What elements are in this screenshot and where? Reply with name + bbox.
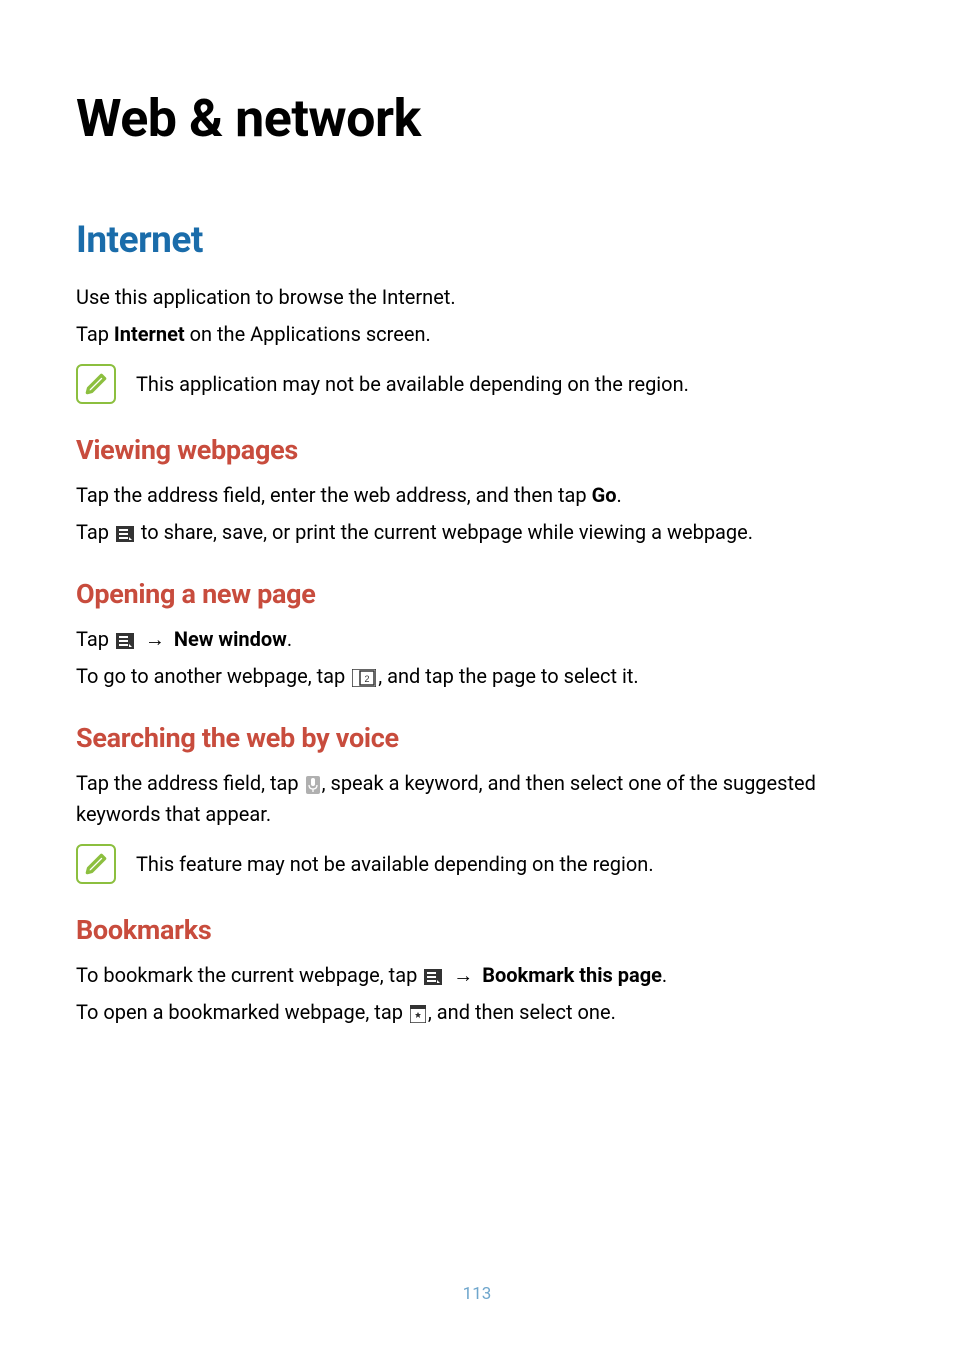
text: to share, save, or print the current web… (136, 520, 753, 544)
opening-p1: Tap → New window. (76, 624, 878, 655)
text-bold: Bookmark this page (482, 963, 662, 987)
menu-icon (424, 969, 442, 985)
arrow-text: → (140, 627, 170, 651)
text: on the Applications screen. (185, 322, 431, 346)
text: . (662, 963, 667, 987)
section-opening: Opening a new page Tap → New window. To … (76, 578, 878, 692)
heading-viewing: Viewing webpages (76, 434, 878, 466)
text: Tap (76, 627, 114, 651)
opening-p2: To go to another webpage, tap 2 , and tap… (76, 661, 878, 692)
text-bold: Go (592, 483, 617, 507)
note-row: This feature may not be available depend… (76, 844, 878, 884)
section-bookmarks: Bookmarks To bookmark the current webpag… (76, 914, 878, 1028)
viewing-p1: Tap the address field, enter the web add… (76, 480, 878, 511)
note-pencil-icon (76, 364, 116, 404)
arrow-text: → (448, 963, 478, 987)
text: Tap the address field, tap (76, 771, 304, 795)
menu-icon (116, 633, 134, 649)
text: Tap the address field, enter the web add… (76, 483, 592, 507)
viewing-p2: Tap to share, save, or print the current… (76, 517, 878, 548)
heading-opening: Opening a new page (76, 578, 878, 610)
text: To bookmark the current webpage, tap (76, 963, 422, 987)
text: To go to another webpage, tap (76, 664, 350, 688)
menu-icon (116, 526, 134, 542)
heading-internet: Internet (76, 219, 878, 262)
note-text: This application may not be available de… (136, 369, 689, 399)
heading-bookmarks: Bookmarks (76, 914, 878, 946)
internet-intro-1: Use this application to browse the Inter… (76, 282, 878, 313)
bookmarks-p1: To bookmark the current webpage, tap → B… (76, 960, 878, 991)
svg-text:2: 2 (365, 674, 370, 684)
searching-p1: Tap the address field, tap , speak a key… (76, 768, 878, 830)
text: , and then select one. (428, 1000, 616, 1024)
text: . (287, 627, 292, 651)
note-pencil-icon (76, 844, 116, 884)
bookmarks-p2: To open a bookmarked webpage, tap , and … (76, 997, 878, 1028)
note-text: This feature may not be available depend… (136, 849, 654, 879)
section-viewing: Viewing webpages Tap the address field, … (76, 434, 878, 548)
text: Tap (76, 322, 114, 346)
microphone-icon (306, 776, 320, 794)
text-bold: Internet (114, 322, 185, 346)
text-bold: New window (174, 627, 287, 651)
bookmark-star-icon (410, 1005, 426, 1023)
page-content: Web & network Internet Use this applicat… (0, 0, 954, 1350)
heading-searching: Searching the web by voice (76, 722, 878, 754)
section-internet: Internet Use this application to browse … (76, 219, 878, 404)
note-row: This application may not be available de… (76, 364, 878, 404)
page-number: 113 (0, 1284, 954, 1304)
windows-icon: 2 (352, 669, 376, 687)
section-searching: Searching the web by voice Tap the addre… (76, 722, 878, 884)
text: , and tap the page to select it. (378, 664, 638, 688)
text: To open a bookmarked webpage, tap (76, 1000, 408, 1024)
text: Tap (76, 520, 114, 544)
text: . (617, 483, 622, 507)
internet-intro-2: Tap Internet on the Applications screen. (76, 319, 878, 350)
page-title: Web & network (76, 88, 878, 149)
